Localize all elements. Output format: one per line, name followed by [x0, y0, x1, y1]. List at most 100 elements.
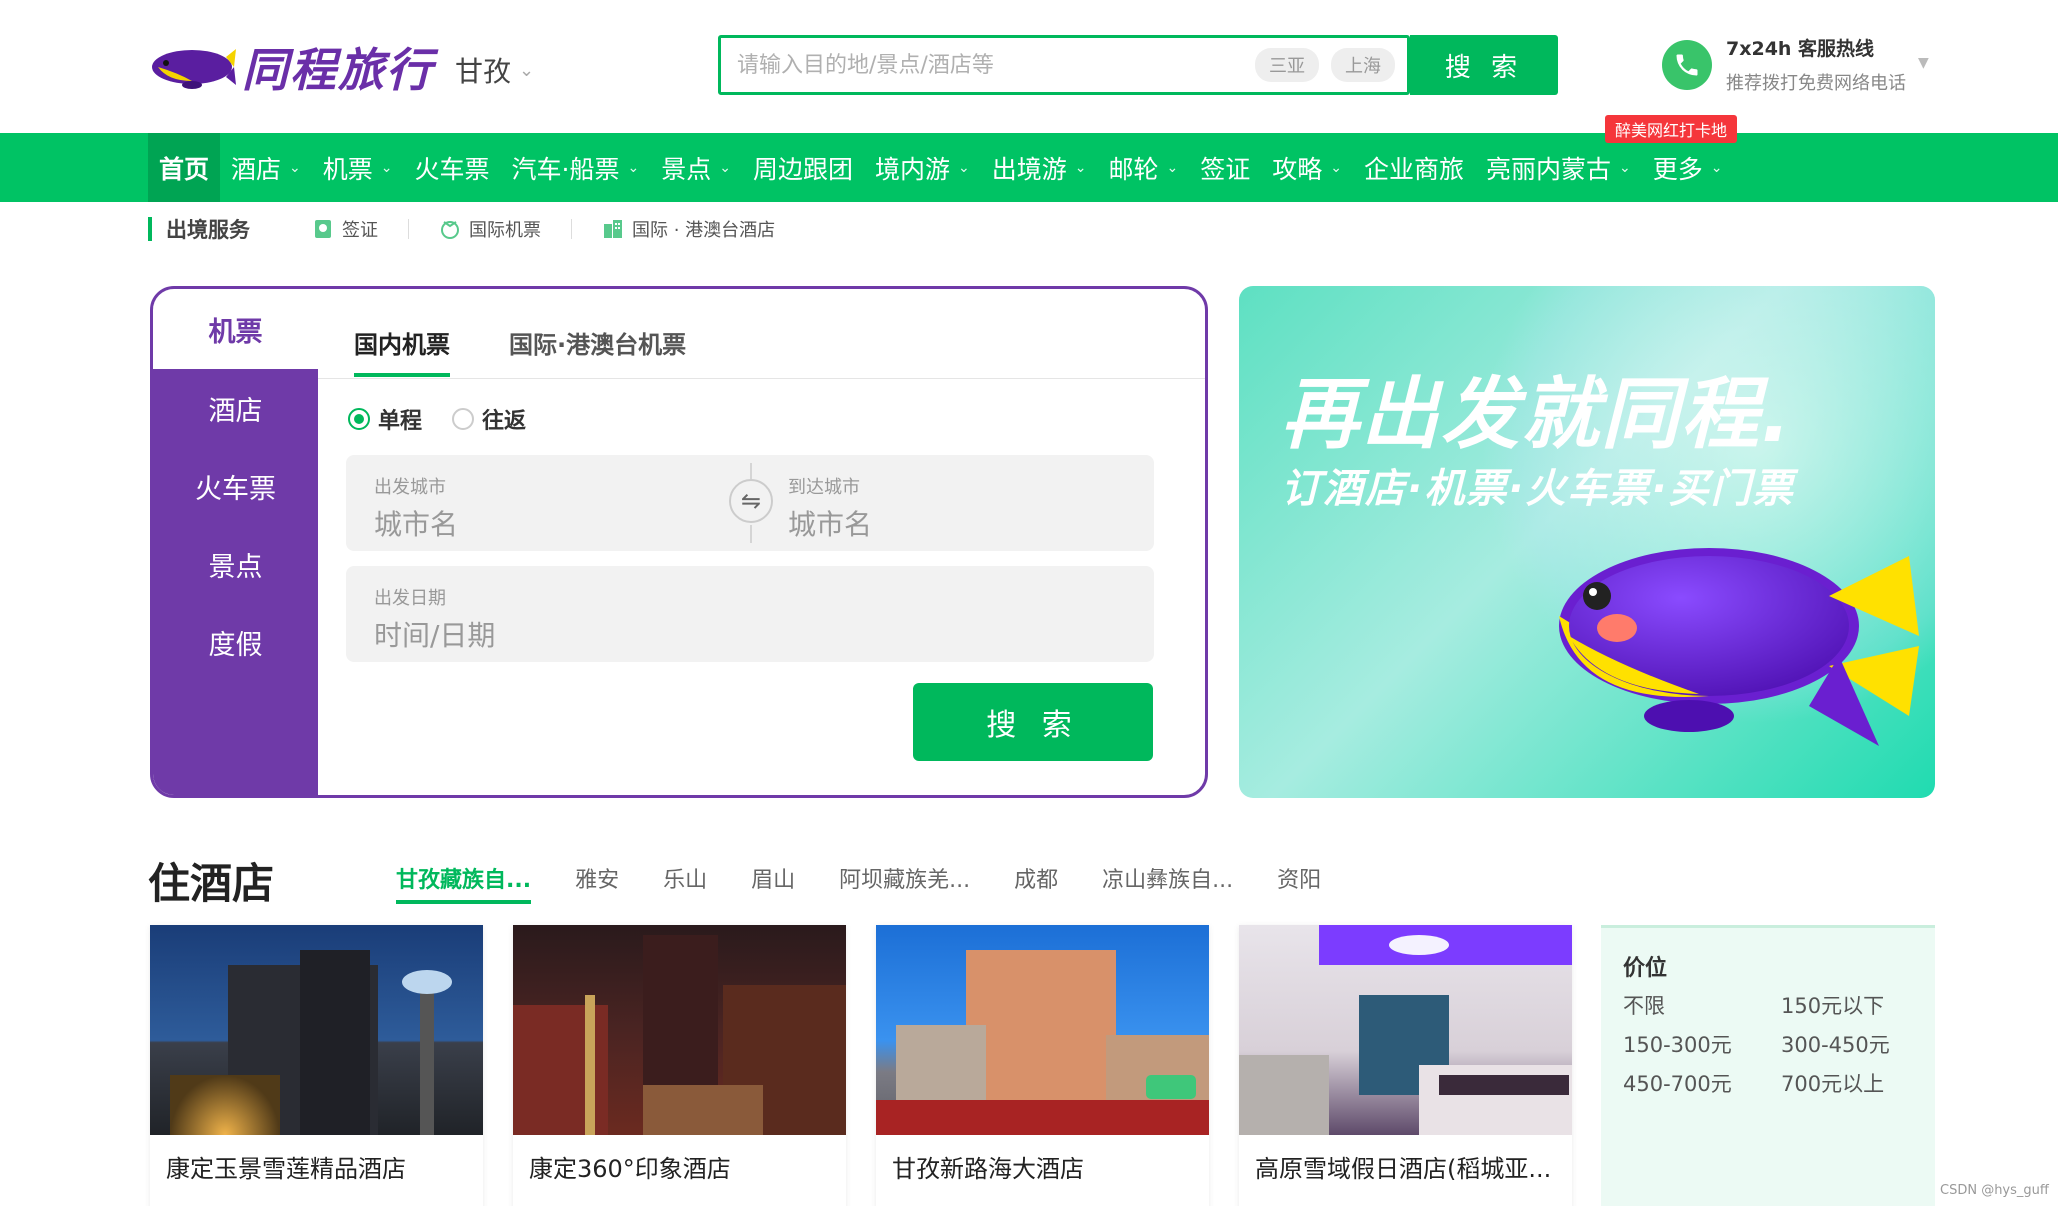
hotel-card[interactable]: 康定360°印象酒店	[513, 925, 846, 1206]
city-tab[interactable]: 凉山彝族自...	[1102, 862, 1233, 902]
hotel-city-tabs: 甘孜藏族自... 雅安 乐山 眉山 阿坝藏族羌... 成都 凉山彝族自... 资…	[396, 862, 1365, 904]
active-tab-underline	[354, 373, 450, 377]
city-selector[interactable]: 甘孜 ⌄	[455, 50, 534, 90]
nav-item[interactable]: 火车票	[404, 133, 501, 202]
side-tab-attraction[interactable]: 景点	[153, 525, 318, 603]
search-button[interactable]: 搜 索	[1410, 35, 1558, 95]
divider	[571, 219, 572, 239]
logo-text: 同程旅行	[242, 43, 434, 97]
nav-item[interactable]: 邮轮 ⌄	[1097, 133, 1189, 202]
price-option[interactable]: 450-700元	[1623, 1068, 1732, 1098]
nav-item-label: 汽车·船票	[511, 154, 620, 184]
chevron-down-icon: ⌄	[1166, 159, 1179, 176]
trip-type-selector: 单程 往返	[348, 403, 556, 435]
city-tab[interactable]: 甘孜藏族自...	[396, 862, 532, 904]
swap-cities-icon[interactable]: ⇋	[729, 479, 773, 523]
chevron-down-icon: ⌄	[1710, 159, 1723, 176]
trip-type-label: 往返	[482, 409, 527, 434]
city-tab[interactable]: 眉山	[751, 862, 795, 902]
price-option[interactable]: 300-450元	[1781, 1029, 1890, 1059]
hotel-card[interactable]: 甘孜新路海大酒店	[876, 925, 1209, 1206]
nav-item-label: 机票	[322, 154, 373, 184]
tab-intl-flight[interactable]: 国际·港澳台机票	[509, 325, 686, 360]
header: 同程旅行 甘孜 ⌄ 三亚 上海 搜 索 7x24h 客服热线 推荐拨打免费网络电…	[0, 0, 2058, 133]
subnav-accent-bar	[148, 217, 152, 241]
price-option[interactable]: 150元以下	[1781, 990, 1884, 1020]
depart-city-label: 出发城市	[374, 477, 446, 498]
outbound-services-bar: 出境服务 签证 国际机票 国际 · 港澳台酒店	[148, 215, 775, 243]
chevron-down-icon: ⌄	[1330, 159, 1342, 176]
date-field[interactable]: 出发日期 时间/日期	[346, 566, 1154, 662]
nav-item[interactable]: 企业商旅	[1353, 133, 1475, 202]
nav-item[interactable]: 境内游 ⌄	[864, 133, 981, 202]
nav-item[interactable]: 更多 ⌄	[1642, 133, 1734, 202]
subnav-link-intl-hotel[interactable]: 国际 · 港澳台酒店	[602, 216, 775, 242]
price-option[interactable]: 150-300元	[1623, 1029, 1732, 1059]
hotel-photo	[513, 925, 846, 1135]
side-tab-vacation[interactable]: 度假	[153, 603, 318, 681]
nav-item-label: 周边跟团	[752, 154, 853, 184]
price-option[interactable]: 不限	[1623, 990, 1665, 1020]
city-tab[interactable]: 雅安	[575, 862, 619, 902]
blimp-mascot-illustration	[1559, 548, 1919, 746]
nav-item[interactable]: 景点 ⌄	[650, 133, 742, 202]
hotel-card[interactable]: 高原雪域假日酒店(稻城亚...	[1239, 925, 1572, 1206]
city-tab[interactable]: 乐山	[663, 862, 707, 902]
tab-domestic-flight[interactable]: 国内机票	[354, 325, 450, 360]
depart-city-input: 城市名	[374, 508, 459, 541]
hotline-title: 7x24h 客服热线	[1726, 38, 1875, 60]
nav-item[interactable]: 首页	[148, 133, 221, 202]
radio-checked-icon	[348, 408, 370, 430]
nav-item-label: 出境游	[991, 154, 1067, 184]
side-tab-train[interactable]: 火车票	[153, 447, 318, 525]
city-tab[interactable]: 成都	[1014, 862, 1058, 902]
hot-badge: 醉美网红打卡地	[1605, 115, 1738, 143]
nav-item[interactable]: 酒店 ⌄	[220, 133, 312, 202]
chevron-down-icon: ⌄	[1074, 159, 1087, 176]
side-tab-hotel[interactable]: 酒店	[153, 369, 318, 447]
depart-city-field[interactable]: 出发城市 城市名	[346, 455, 726, 551]
hotel-name: 康定360°印象酒店	[529, 1155, 731, 1183]
hot-tag[interactable]: 三亚	[1255, 48, 1319, 82]
nav-item[interactable]: 汽车·船票 ⌄	[501, 133, 651, 202]
hotel-photo	[876, 925, 1209, 1135]
nav-item-label: 企业商旅	[1364, 154, 1465, 184]
hotline[interactable]: 7x24h 客服热线 推荐拨打免费网络电话	[1662, 34, 1906, 95]
subnav-link-label: 国际 · 港澳台酒店	[632, 220, 776, 241]
trip-round-trip-radio[interactable]: 往返	[452, 403, 526, 435]
subnav-link-intl-flight[interactable]: 国际机票	[439, 216, 541, 242]
nav-item[interactable]: 机票 ⌄	[312, 133, 404, 202]
phone-icon	[1662, 39, 1712, 90]
subnav-link-visa[interactable]: 签证	[312, 216, 378, 242]
subnav-title: 出境服务	[166, 218, 250, 242]
arrive-city-field[interactable]: 到达城市 城市名	[776, 455, 1154, 551]
nav-item[interactable]: 出境游 ⌄	[981, 133, 1098, 202]
nav-item[interactable]: 周边跟团	[742, 133, 864, 202]
trip-one-way-radio[interactable]: 单程	[348, 403, 422, 435]
chevron-down-icon: ⌄	[627, 159, 640, 176]
search-box: 三亚 上海	[718, 35, 1410, 95]
flight-type-tabs: 国内机票 国际·港澳台机票	[318, 289, 1205, 379]
logo[interactable]: 同程旅行	[148, 32, 434, 102]
flight-search-button[interactable]: 搜 索	[913, 683, 1153, 761]
side-tab-flight[interactable]: 机票	[153, 289, 318, 369]
hotel-card[interactable]: 康定玉景雪莲精品酒店	[150, 925, 483, 1206]
hotel-photo	[150, 925, 483, 1135]
city-tab[interactable]: 资阳	[1277, 862, 1321, 902]
divider	[750, 525, 752, 543]
search-input[interactable]	[721, 52, 1255, 78]
nav-item[interactable]: 亮丽内蒙古 ⌄	[1475, 133, 1642, 202]
chevron-down-icon[interactable]: ▼	[1918, 55, 1929, 71]
arrive-city-label: 到达城市	[788, 477, 860, 498]
price-filter-panel: 价位 不限 150元以下 150-300元 300-450元 450-700元 …	[1601, 925, 1935, 1206]
promo-banner[interactable]: 再出发就同程. 订酒店·机票·火车票·买门票	[1239, 286, 1935, 798]
nav-item-label: 邮轮	[1108, 154, 1159, 184]
nav-item-label: 境内游	[874, 154, 950, 184]
divider	[408, 219, 409, 239]
nav-item[interactable]: 签证	[1189, 133, 1261, 202]
hot-tag[interactable]: 上海	[1331, 48, 1395, 82]
city-tab[interactable]: 阿坝藏族羌...	[839, 862, 970, 902]
price-option[interactable]: 700元以上	[1781, 1068, 1884, 1098]
hotel-section-title: 住酒店	[148, 859, 275, 908]
nav-item[interactable]: 攻略 ⌄	[1261, 133, 1353, 202]
